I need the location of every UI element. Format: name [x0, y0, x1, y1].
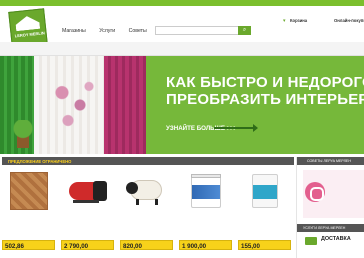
- price-tag: 502,86: [2, 240, 55, 250]
- product-card[interactable]: 502,86: [2, 168, 57, 252]
- hero-banner[interactable]: КАК БЫСТРО И НЕДОРОГО ПРЕОБРАЗИТЬ ИНТЕРЬ…: [0, 56, 364, 154]
- price-value: 502,86: [5, 242, 24, 250]
- cart-block[interactable]: ▾ Корзина: [283, 18, 320, 24]
- promo-label: ПРЕДЛОЖЕНИЕ ОГРАНИЧЕНО: [8, 158, 72, 164]
- online-sales-title: Онлайн-покупки: [334, 18, 364, 23]
- product-image: [67, 170, 109, 212]
- city-line: [62, 16, 78, 20]
- top-links: [62, 0, 78, 4]
- category-bar: [0, 42, 364, 56]
- nav-item-stores[interactable]: Магазины: [62, 28, 86, 34]
- price-value: 820,00: [123, 242, 142, 250]
- bucket-lid: [191, 174, 221, 178]
- price-value: 155,00: [241, 242, 260, 250]
- price-tag: 820,00: [120, 240, 173, 250]
- services-header: УСЛУГИ ЛЕРУА МЕРЛЕН: [297, 224, 364, 232]
- product-name[interactable]: [63, 216, 115, 230]
- truck-icon: [305, 237, 317, 245]
- paint-bucket-image: [191, 174, 221, 208]
- services-title: УСЛУГИ ЛЕРУА МЕРЛЕН: [303, 225, 346, 230]
- product-name[interactable]: [122, 216, 174, 230]
- sheep-legs: [136, 199, 158, 205]
- potted-plant: [12, 120, 34, 154]
- product-image: [185, 170, 227, 212]
- nav-item-services[interactable]: Услуги: [99, 28, 115, 34]
- product-card[interactable]: 155,00: [238, 168, 293, 252]
- hero-title-line1: КАК БЫСТРО И НЕДОРОГО: [166, 74, 364, 91]
- product-card[interactable]: 2 790,00: [61, 168, 116, 252]
- product-name[interactable]: [240, 216, 292, 230]
- bucket-label: [192, 185, 220, 199]
- paint-can-image: [252, 174, 278, 208]
- price-value: 2 790,00: [64, 242, 89, 250]
- heater-stand: [73, 200, 99, 203]
- hero-title: КАК БЫСТРО И НЕДОРОГО ПРЕОБРАЗИТЬ ИНТЕРЬ…: [166, 74, 364, 108]
- can-label: [253, 185, 277, 199]
- product-image: [244, 170, 286, 212]
- hero-title-line2: ПРЕОБРАЗИТЬ ИНТЕРЬЕР?: [166, 91, 364, 108]
- pink-curtain: [104, 56, 146, 154]
- arrow-right-icon[interactable]: [214, 124, 258, 132]
- price-tag: 2 790,00: [61, 240, 114, 250]
- main-nav: Магазины Услуги Советы: [62, 28, 159, 34]
- search-input[interactable]: ⌕: [155, 26, 251, 35]
- promo-header: ПРЕДЛОЖЕНИЕ ОГРАНИЧЕНО: [2, 157, 294, 165]
- search-button[interactable]: ⌕: [238, 26, 251, 35]
- product-card[interactable]: 820,00: [120, 168, 175, 252]
- advice-header: СОВЕТЫ ЛЕРУА МЕРЛЕН: [297, 157, 364, 165]
- advice-card[interactable]: [303, 170, 364, 218]
- online-sales-block[interactable]: Онлайн-покупки: [334, 18, 364, 23]
- product-name[interactable]: [181, 216, 233, 230]
- cart-title: Корзина: [290, 18, 308, 23]
- price-value: 1 900,00: [182, 242, 207, 250]
- hero-image: [0, 56, 146, 154]
- delivery-link[interactable]: ДОСТАВКА: [321, 236, 351, 242]
- price-tag: 155,00: [238, 240, 291, 250]
- floor-tile-image: [10, 172, 48, 210]
- advice-icon: [305, 182, 325, 202]
- price-tag: 1 900,00: [179, 240, 232, 250]
- sheep-head: [126, 182, 138, 194]
- flower-pattern: [44, 74, 104, 136]
- cart-icon: ▾: [283, 18, 286, 24]
- product-image: [8, 170, 50, 212]
- product-card[interactable]: 1 900,00: [179, 168, 234, 252]
- heater-grill: [93, 181, 107, 201]
- advice-title: СОВЕТЫ ЛЕРУА МЕРЛЕН: [307, 158, 351, 163]
- site-header: LEROY MERLIN Магазины Услуги Советы ⌕ ▾ …: [0, 6, 364, 48]
- nav-item-advice[interactable]: Советы: [129, 28, 147, 34]
- search-icon: ⌕: [242, 27, 247, 33]
- product-name[interactable]: [4, 216, 56, 230]
- product-image: [126, 170, 168, 212]
- right-sidebar: СОВЕТЫ ЛЕРУА МЕРЛЕН УСЛУГИ ЛЕРУА МЕРЛЕН …: [296, 157, 364, 258]
